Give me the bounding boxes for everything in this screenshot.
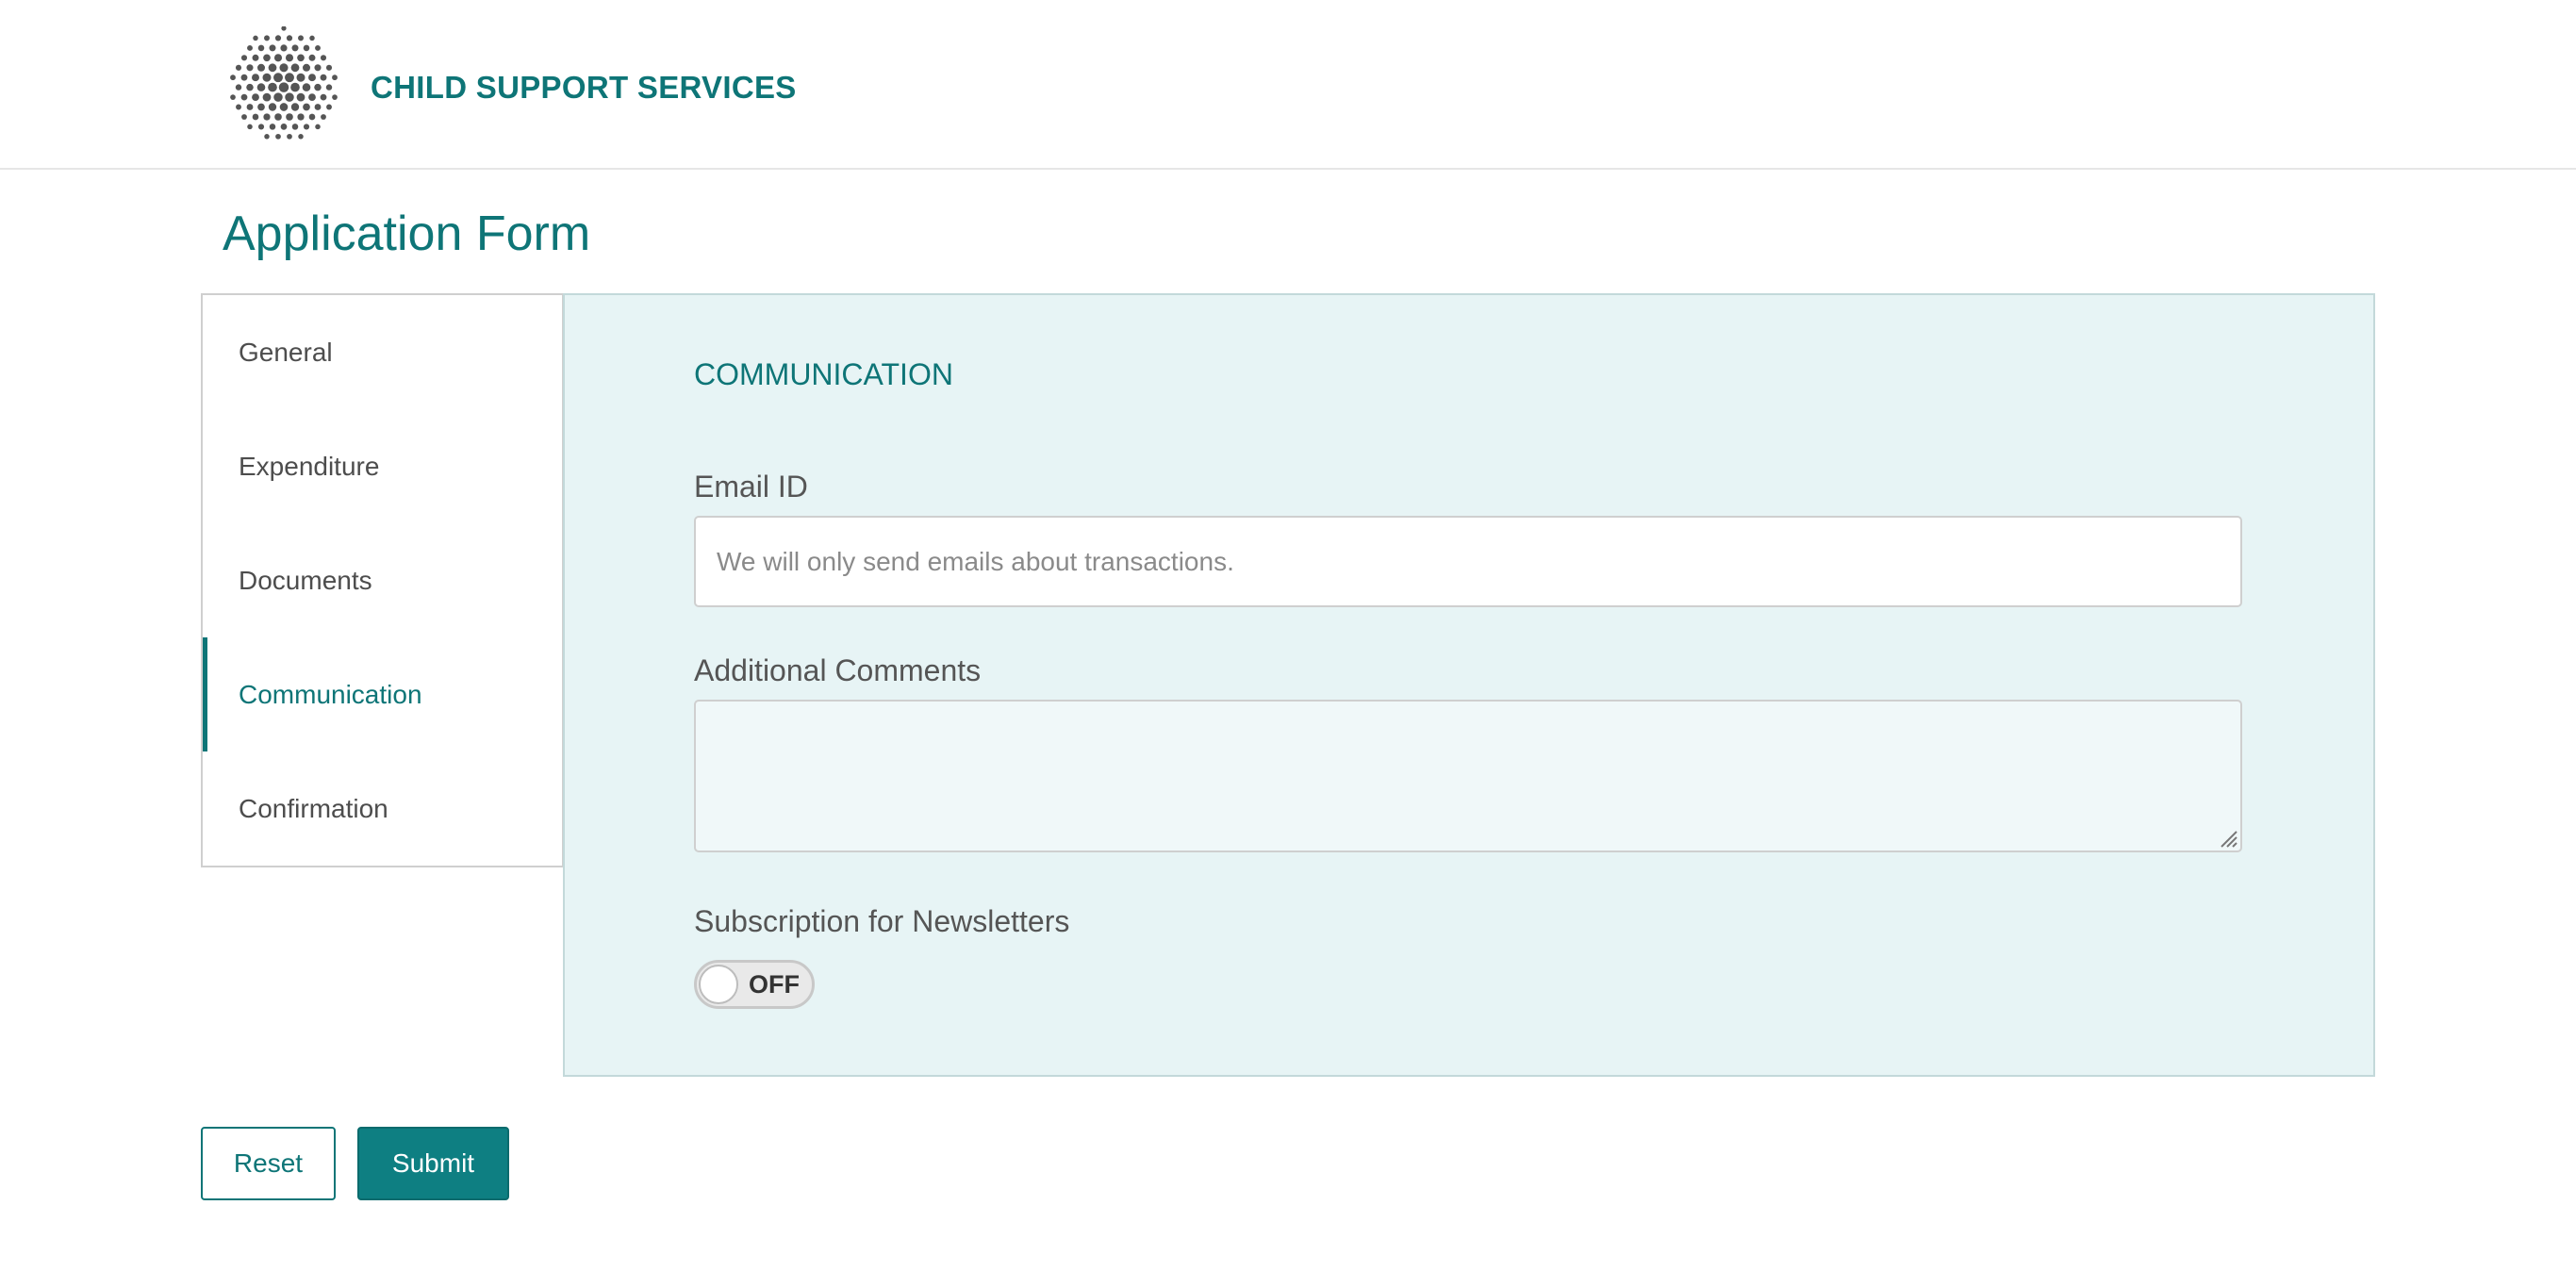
nav-item-documents[interactable]: Documents [203, 523, 562, 637]
toggle-knob [699, 965, 738, 1004]
comments-textarea[interactable] [694, 700, 2242, 852]
brand-name: CHILD SUPPORT SERVICES [371, 70, 797, 105]
nav-item-label: Documents [239, 565, 372, 595]
newsletter-label: Subscription for Newsletters [694, 904, 1070, 938]
nav-item-expenditure[interactable]: Expenditure [203, 409, 562, 523]
reset-button[interactable]: Reset [201, 1127, 336, 1200]
nav-item-general[interactable]: General [203, 295, 562, 409]
nav-item-label: General [239, 337, 333, 367]
resize-handle-icon[interactable] [2218, 828, 2238, 849]
form-steps-nav: General Expenditure Documents Communicat… [201, 293, 564, 867]
nav-item-label: Confirmation [239, 793, 388, 823]
page-title: Application Form [223, 206, 591, 261]
nav-item-label: Expenditure [239, 451, 380, 481]
newsletter-toggle[interactable]: OFF [694, 960, 815, 1009]
section-title: COMMUNICATION [694, 357, 953, 391]
nav-item-communication[interactable]: Communication [203, 637, 562, 751]
app-header: CHILD SUPPORT SERVICES [0, 0, 2576, 170]
comments-label: Additional Comments [694, 653, 982, 687]
nav-item-label: Communication [239, 679, 422, 709]
nav-item-confirmation[interactable]: Confirmation [203, 751, 562, 866]
toggle-state-text: OFF [749, 970, 800, 999]
communication-panel: COMMUNICATION Email ID Additional Commen… [563, 293, 2375, 1077]
email-input[interactable] [694, 516, 2242, 607]
dotted-sphere-logo-icon [230, 26, 338, 140]
email-label: Email ID [694, 470, 808, 504]
submit-button[interactable]: Submit [357, 1127, 509, 1200]
